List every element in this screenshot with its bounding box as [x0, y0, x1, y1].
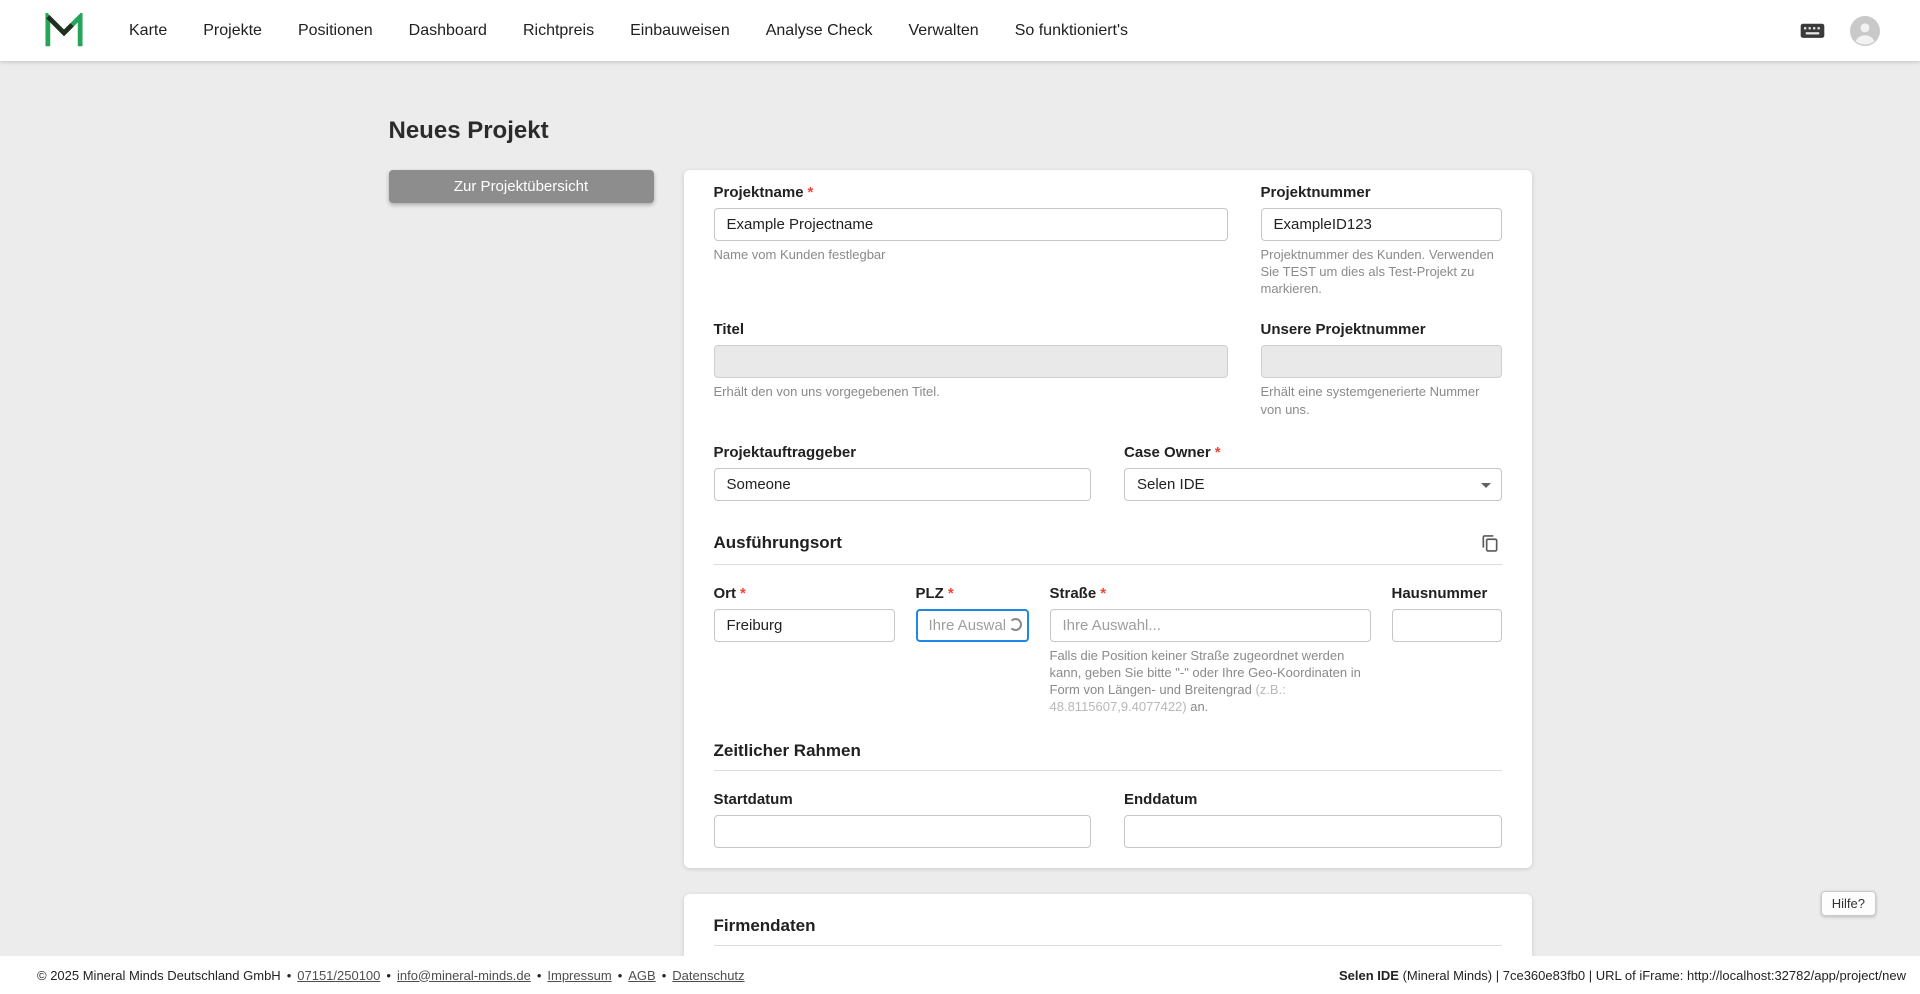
- footer-separator: •: [661, 967, 667, 983]
- unsere-projektnummer-label: Unsere Projektnummer: [1260, 321, 1426, 339]
- nav-item-projekte[interactable]: Projekte: [185, 0, 280, 61]
- enddatum-input[interactable]: [1124, 815, 1502, 849]
- footer-link-agb[interactable]: AGB: [628, 968, 655, 983]
- page-title: Neues Projekt: [388, 117, 549, 144]
- ort-label: Ort *: [713, 584, 746, 602]
- projektname-hint: Name vom Kunden festlegbar: [713, 247, 886, 262]
- session-info: Selen IDE (Mineral Minds) | 7ce360e83fb0…: [1338, 967, 1906, 983]
- case-owner-label: Case Owner *: [1124, 443, 1221, 461]
- copyright-text: © 2025 Mineral Minds Deutschland GmbH: [37, 967, 281, 983]
- footer-separator: •: [617, 967, 623, 983]
- footer: © 2025 Mineral Minds Deutschland GmbH • …: [0, 956, 1920, 994]
- required-asterisk: *: [740, 584, 746, 602]
- logo-icon: [45, 12, 83, 49]
- hausnummer-label: Hausnummer: [1391, 584, 1488, 602]
- projektname-label: Projektname *: [713, 184, 814, 201]
- firmendaten-card: Firmendaten: [683, 894, 1532, 956]
- keyboard-icon[interactable]: [1799, 17, 1826, 44]
- startdatum-label: Startdatum: [713, 791, 793, 809]
- loading-spinner-icon: [1008, 618, 1022, 632]
- plz-label: PLZ *: [915, 584, 954, 602]
- nav-item-analyse-check[interactable]: Analyse Check: [748, 0, 891, 61]
- strasse-input[interactable]: [1049, 608, 1371, 642]
- help-button[interactable]: Hilfe?: [1820, 891, 1876, 916]
- divider: [713, 563, 1502, 565]
- nav-item-so-funktionierts[interactable]: So funktioniert's: [997, 0, 1146, 61]
- project-form-card: Projektname* Name vom Kunden festlegbar …: [683, 170, 1532, 869]
- projektnummer-input[interactable]: [1260, 208, 1502, 241]
- strasse-hint: Falls die Position keiner Straße zugeord…: [1049, 647, 1361, 715]
- required-asterisk: *: [1214, 443, 1221, 461]
- section-heading-ausfuehrungsort: Ausführungsort: [713, 532, 842, 552]
- divider: [713, 945, 1502, 947]
- case-owner-select[interactable]: Selen IDE: [1124, 467, 1502, 501]
- section-heading-zeitlicher-rahmen: Zeitlicher Rahmen: [713, 741, 861, 761]
- projektauftraggeber-label: Projektauftraggeber: [713, 443, 857, 461]
- nav-item-karte[interactable]: Karte: [111, 0, 185, 61]
- nav-item-einbauweisen[interactable]: Einbauweisen: [612, 0, 748, 61]
- strasse-label: Straße *: [1049, 584, 1107, 602]
- nav-item-dashboard[interactable]: Dashboard: [391, 0, 505, 61]
- startdatum-input[interactable]: [713, 815, 1091, 849]
- nav-item-verwalten[interactable]: Verwalten: [890, 0, 996, 61]
- projektnummer-hint: Projektnummer des Kunden. Verwenden Sie …: [1260, 247, 1494, 297]
- projektname-input[interactable]: [713, 208, 1228, 241]
- nav-item-positionen[interactable]: Positionen: [280, 0, 391, 61]
- footer-link-datenschutz[interactable]: Datenschutz: [672, 968, 744, 983]
- required-asterisk: *: [947, 584, 954, 602]
- divider: [713, 770, 1502, 772]
- hausnummer-input[interactable]: [1391, 608, 1502, 642]
- nav-right-actions: [1799, 15, 1880, 46]
- unsere-projektnummer-input: [1260, 345, 1502, 379]
- chevron-down-icon: [1480, 482, 1491, 488]
- copy-icon[interactable]: [1478, 531, 1502, 555]
- footer-link-phone[interactable]: 07151/250100: [297, 968, 380, 983]
- projektnummer-label: Projektnummer: [1260, 184, 1371, 201]
- back-to-projects-button[interactable]: Zur Projektübersicht: [388, 170, 654, 203]
- unsere-projektnummer-hint: Erhält eine systemgenerierte Nummer von …: [1260, 384, 1480, 417]
- footer-link-impressum[interactable]: Impressum: [547, 968, 611, 983]
- required-asterisk: *: [1100, 584, 1107, 602]
- enddatum-label: Enddatum: [1124, 791, 1198, 809]
- section-heading-firmendaten: Firmendaten: [713, 916, 816, 936]
- titel-hint: Erhält den von uns vorgegebenen Titel.: [713, 384, 940, 400]
- ort-input[interactable]: [713, 608, 895, 642]
- footer-separator: •: [536, 967, 542, 983]
- nav-item-richtpreis[interactable]: Richtpreis: [505, 0, 612, 61]
- footer-link-email[interactable]: info@mineral-minds.de: [397, 968, 531, 983]
- titel-label: Titel: [713, 321, 745, 339]
- footer-separator: •: [386, 967, 391, 983]
- main-nav: Karte Projekte Positionen Dashboard Rich…: [111, 0, 1146, 61]
- footer-separator: •: [286, 967, 292, 983]
- projektauftraggeber-input[interactable]: [713, 467, 1091, 501]
- titel-input: [713, 345, 1228, 379]
- required-asterisk: *: [807, 184, 814, 201]
- main-content: Neues Projekt Zur Projektübersicht Proje…: [0, 61, 1920, 956]
- mineral-minds-logo[interactable]: [45, 12, 83, 49]
- top-nav: Karte Projekte Positionen Dashboard Rich…: [0, 0, 1920, 61]
- user-avatar-icon[interactable]: [1850, 15, 1880, 46]
